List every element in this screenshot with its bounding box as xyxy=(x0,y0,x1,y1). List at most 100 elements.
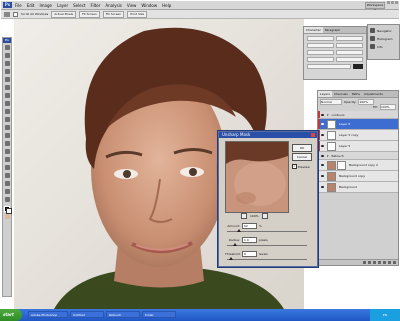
layer-group-contours[interactable]: ▾ contours xyxy=(318,111,398,119)
adjustment-layer-icon[interactable] xyxy=(378,261,381,264)
eyedropper-tool-icon[interactable] xyxy=(4,85,10,90)
taskbar-item[interactable]: Retouch xyxy=(106,311,140,318)
layer-row[interactable]: Background copy 2 xyxy=(318,160,398,171)
threshold-slider[interactable] xyxy=(227,257,307,260)
text-color-swatch[interactable] xyxy=(353,64,363,69)
start-button[interactable]: start xyxy=(0,309,22,321)
marquee-tool-icon[interactable] xyxy=(4,53,10,58)
filter-preview[interactable] xyxy=(225,141,289,213)
histogram-item[interactable]: Histogram xyxy=(370,36,397,41)
threshold-slider-knob[interactable] xyxy=(229,257,233,260)
leading-field[interactable] xyxy=(336,43,363,48)
workspace-button[interactable]: Workspace ▾ xyxy=(365,1,385,12)
layer-row[interactable]: Layer 5 copy xyxy=(318,130,398,141)
menu-layer[interactable]: Layer xyxy=(57,3,68,8)
close-icon[interactable] xyxy=(311,133,315,137)
close-icon[interactable] xyxy=(395,1,398,4)
fill-field[interactable]: 100% xyxy=(380,103,396,110)
layer-group-retouch[interactable]: ▾ Retouch xyxy=(318,152,398,160)
amount-field[interactable]: 62 xyxy=(242,223,257,229)
layer-row[interactable]: Background copy xyxy=(318,171,398,182)
navigator-item[interactable]: Navigator xyxy=(370,28,397,33)
link-layers-icon[interactable] xyxy=(363,261,366,264)
visibility-eye-icon[interactable] xyxy=(320,119,325,129)
tab-paragraph[interactable]: Paragraph xyxy=(323,27,342,33)
blend-mode-select[interactable]: Normal xyxy=(320,98,342,105)
tab-layers[interactable]: Layers xyxy=(318,91,332,97)
menu-select[interactable]: Select xyxy=(73,3,85,8)
visibility-eye-icon[interactable] xyxy=(320,130,325,140)
hand-tool-icon[interactable] xyxy=(4,189,10,194)
menu-filter[interactable]: Filter xyxy=(90,3,100,8)
radius-slider[interactable] xyxy=(227,243,307,246)
minimize-icon[interactable] xyxy=(387,1,390,4)
quick-mask-icon[interactable] xyxy=(4,214,10,219)
threshold-field[interactable]: 6 xyxy=(242,251,257,257)
visibility-eye-icon[interactable] xyxy=(320,111,325,118)
kerning-field[interactable] xyxy=(307,50,334,55)
menu-edit[interactable]: Edit xyxy=(27,3,35,8)
pen-tool-icon[interactable] xyxy=(4,157,10,162)
menu-window[interactable]: Window xyxy=(141,3,157,8)
tab-character[interactable]: Character xyxy=(304,27,323,33)
baseline-field[interactable] xyxy=(307,64,351,69)
healing-brush-tool-icon[interactable] xyxy=(4,93,10,98)
actual-pixels-button[interactable]: Actual Pixels xyxy=(51,10,77,18)
shape-tool-icon[interactable] xyxy=(4,181,10,186)
taskbar-item[interactable]: folder xyxy=(142,311,176,318)
clone-stamp-tool-icon[interactable] xyxy=(4,109,10,114)
lasso-tool-icon[interactable] xyxy=(4,61,10,66)
visibility-eye-icon[interactable] xyxy=(320,152,325,159)
radius-slider-knob[interactable] xyxy=(233,243,237,246)
gradient-tool-icon[interactable] xyxy=(4,133,10,138)
menu-image[interactable]: Image xyxy=(39,3,52,8)
menu-file[interactable]: File xyxy=(15,3,22,8)
visibility-eye-icon[interactable] xyxy=(320,171,325,181)
blur-tool-icon[interactable] xyxy=(4,141,10,146)
group-expand-icon[interactable]: ▾ xyxy=(327,154,329,158)
new-group-icon[interactable] xyxy=(383,261,386,264)
zoom-out-button[interactable] xyxy=(241,213,247,219)
magic-wand-tool-icon[interactable] xyxy=(4,69,10,74)
visibility-eye-icon[interactable] xyxy=(320,160,325,170)
taskbar-item[interactable]: Adobe Photoshop xyxy=(28,311,68,318)
brush-tool-icon[interactable] xyxy=(4,101,10,106)
scroll-all-checkbox[interactable] xyxy=(13,11,18,17)
opacity-field[interactable]: 100% xyxy=(358,98,375,105)
taskbar-item[interactable]: Untitled xyxy=(70,311,104,318)
vertical-scale-field[interactable] xyxy=(307,57,334,62)
preview-checkbox[interactable]: ✓ xyxy=(292,164,297,169)
cancel-button[interactable]: Cancel xyxy=(292,153,312,161)
visibility-eye-icon[interactable] xyxy=(320,182,325,192)
radius-field[interactable]: 1.0 xyxy=(242,237,257,243)
tracking-field[interactable] xyxy=(336,50,363,55)
maximize-icon[interactable] xyxy=(391,1,394,4)
tab-paths[interactable]: Paths xyxy=(350,91,362,97)
layer-row[interactable]: Layer 5 xyxy=(318,141,398,152)
layer-style-icon[interactable] xyxy=(368,261,371,264)
amount-slider-knob[interactable] xyxy=(237,229,241,232)
horizontal-scale-field[interactable] xyxy=(336,57,363,62)
layer-row-selected[interactable]: Layer 6 xyxy=(318,119,398,130)
print-size-button[interactable]: Print Size xyxy=(127,10,148,18)
menu-help[interactable]: Help xyxy=(162,3,171,8)
type-tool-icon[interactable] xyxy=(4,165,10,170)
menu-view[interactable]: View xyxy=(127,3,137,8)
path-selection-tool-icon[interactable] xyxy=(4,173,10,178)
visibility-eye-icon[interactable] xyxy=(320,141,325,151)
info-item[interactable]: Info xyxy=(370,44,397,49)
color-swatches[interactable] xyxy=(4,206,12,214)
menu-analysis[interactable]: Analysis xyxy=(105,3,121,8)
tab-adjustments[interactable]: Adjustments xyxy=(362,91,385,97)
zoom-tool-icon[interactable] xyxy=(4,197,10,202)
tab-channels[interactable]: Channels xyxy=(332,91,350,97)
dodge-tool-icon[interactable] xyxy=(4,149,10,154)
amount-slider[interactable] xyxy=(227,229,307,232)
fit-screen-button[interactable]: Fit Screen xyxy=(79,10,100,18)
font-size-field[interactable] xyxy=(307,43,334,48)
font-style-field[interactable] xyxy=(336,36,363,41)
trash-icon[interactable] xyxy=(393,261,396,264)
font-family-field[interactable] xyxy=(307,36,334,41)
zoom-in-button[interactable] xyxy=(261,213,268,219)
move-tool-icon[interactable] xyxy=(4,45,10,50)
